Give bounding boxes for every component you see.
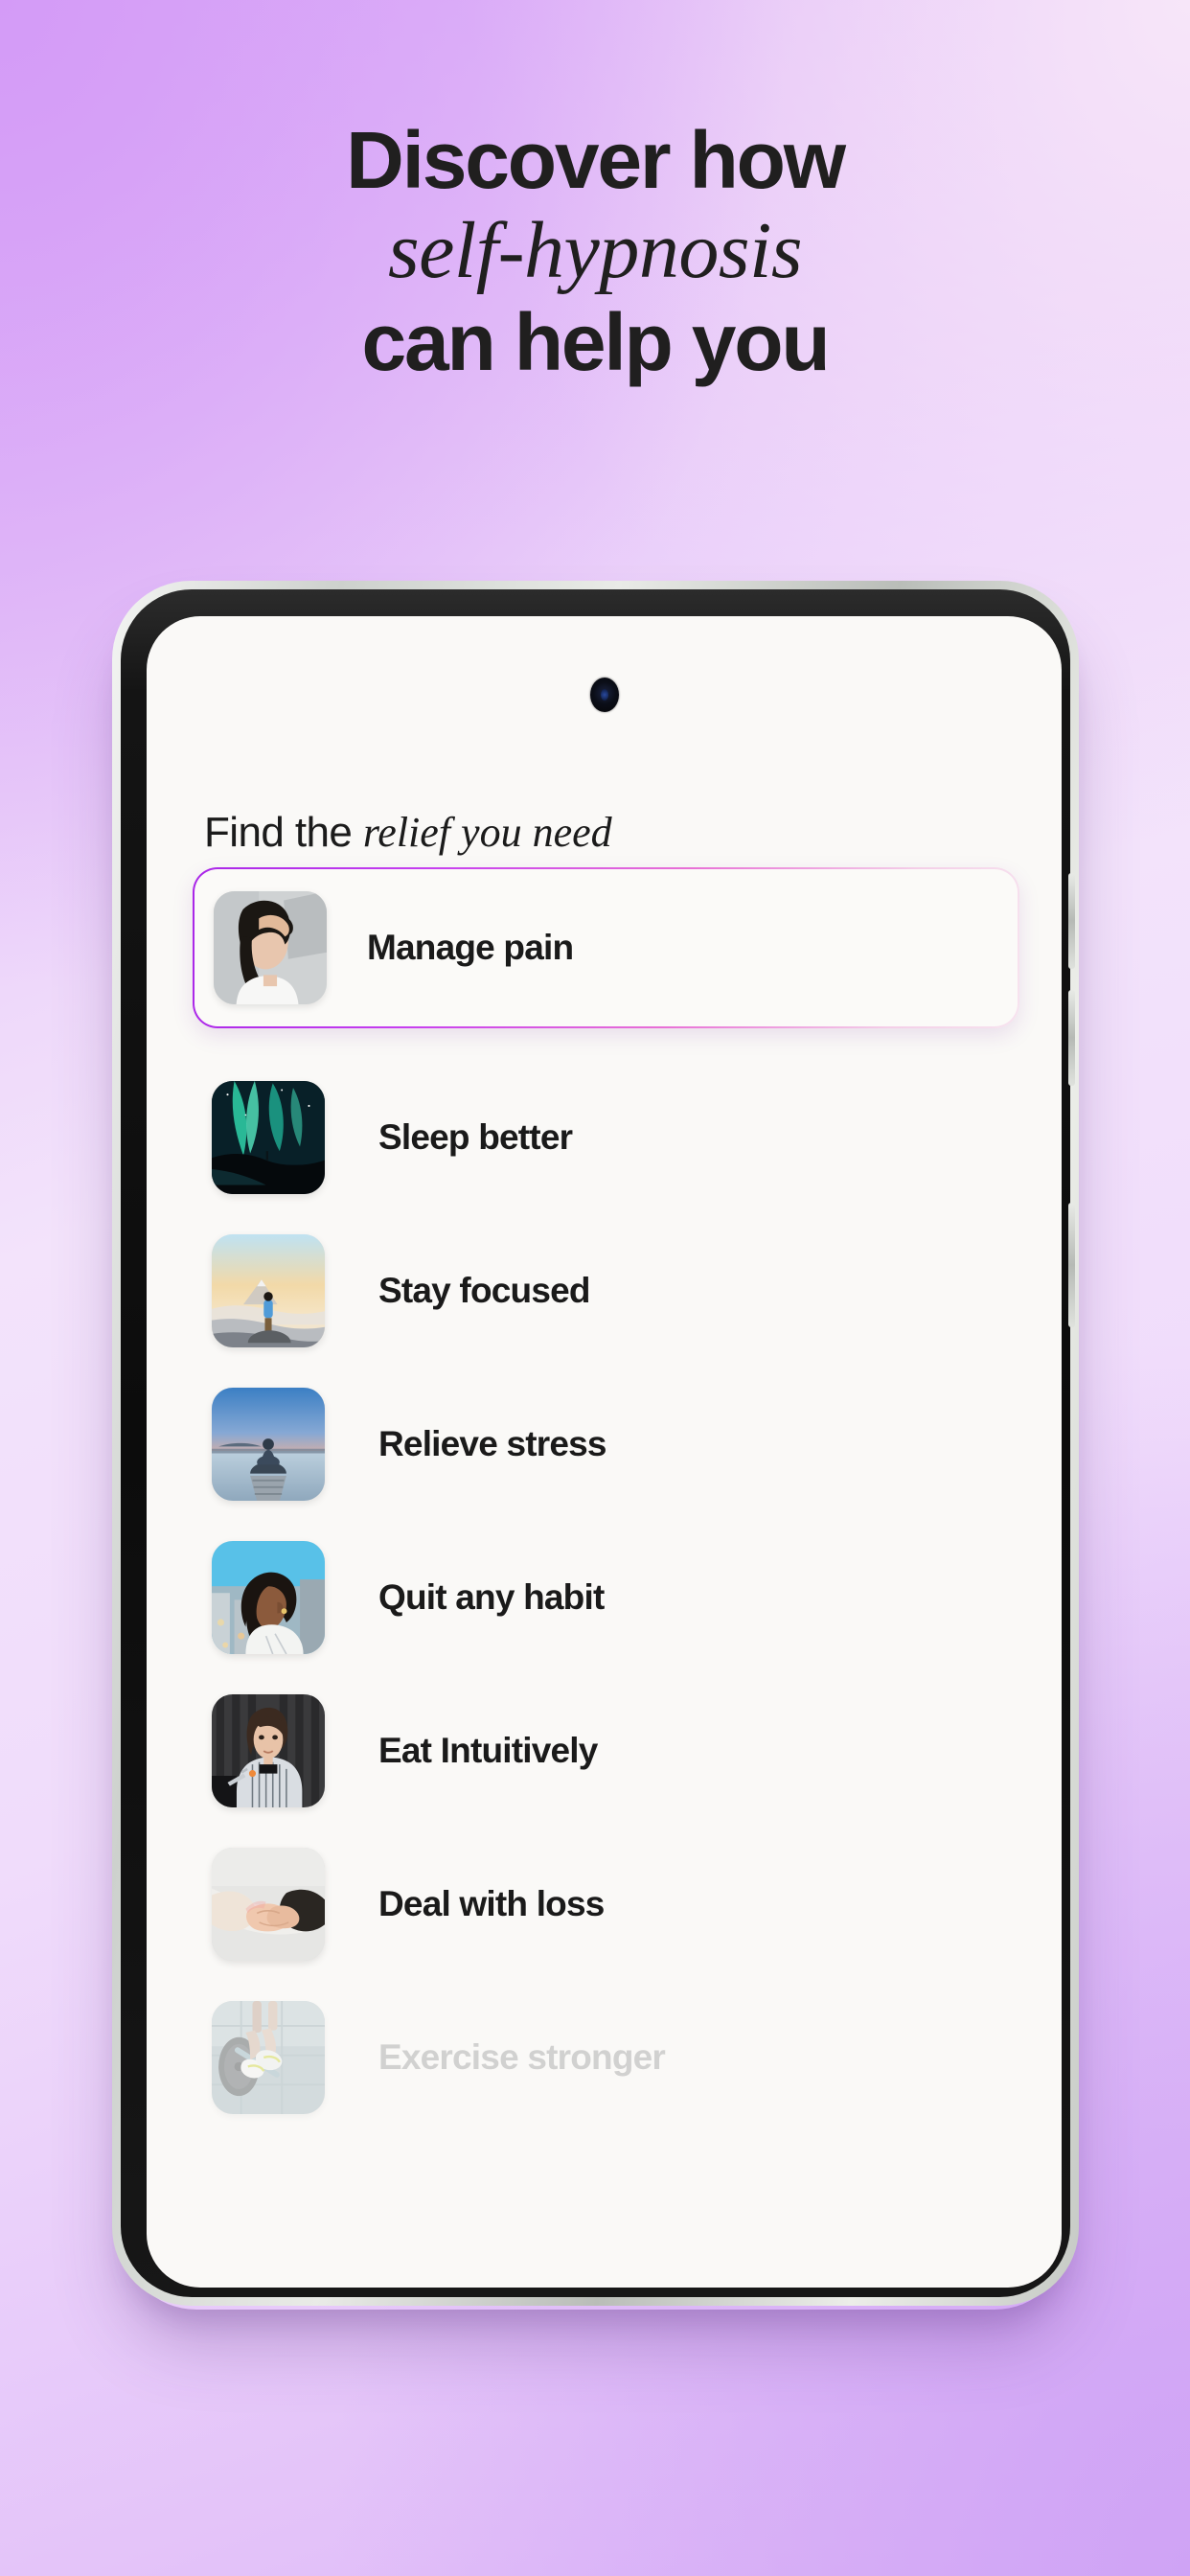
list-item-selected[interactable]: Manage pain [193, 867, 1019, 1028]
phone-screen: Find the relief you need Manage pain Sle… [147, 616, 1062, 2288]
headline-line-2: self-hypnosis [387, 206, 803, 295]
list-item-label: Exercise stronger [378, 2037, 666, 2077]
phone-frame: Find the relief you need Manage pain Sle… [112, 581, 1079, 2306]
thumbnail-manage-pain [214, 891, 327, 1004]
list-item-label: Relieve stress [378, 1424, 607, 1463]
list-item-label: Manage pain [367, 928, 574, 967]
list-item-quit-any-habit[interactable]: Quit any habit [147, 1521, 1062, 1674]
list-item-label: Eat Intuitively [378, 1731, 598, 1770]
phone-mockup: Find the relief you need Manage pain Sle… [112, 581, 1079, 2306]
promo-page: Discover how self-hypnosis can help you … [0, 0, 1190, 2576]
phone-bezel: Find the relief you need Manage pain Sle… [121, 589, 1075, 2297]
thumbnail-deal-with-loss [212, 1848, 325, 1961]
volume-down-button[interactable] [1068, 990, 1075, 1086]
thumbnail-quit-any-habit [212, 1541, 325, 1654]
list-item-sleep-better[interactable]: Sleep better [147, 1061, 1062, 1214]
page-headline: Discover how self-hypnosis can help you [0, 119, 1190, 383]
power-button[interactable] [1068, 1203, 1075, 1327]
headline-line-3: can help you [361, 297, 830, 387]
thumbnail-relieve-stress [212, 1388, 325, 1501]
list-item-label: Quit any habit [378, 1577, 605, 1617]
list-item-relieve-stress[interactable]: Relieve stress [147, 1368, 1062, 1521]
goal-list: Manage pain Sleep better Stay focused Re… [147, 867, 1062, 2134]
list-item-eat-intuitively[interactable]: Eat Intuitively [147, 1674, 1062, 1828]
list-item-deal-with-loss[interactable]: Deal with loss [147, 1828, 1062, 1981]
list-item-label: Sleep better [378, 1117, 573, 1157]
thumbnail-exercise-stronger [212, 2001, 325, 2114]
volume-up-button[interactable] [1068, 873, 1075, 969]
page-title-plain: Find the [204, 809, 363, 856]
list-item-label: Stay focused [378, 1271, 591, 1310]
list-item-label: Deal with loss [378, 1884, 605, 1923]
page-title-italic: relief you need [362, 809, 612, 856]
list-item-exercise-stronger[interactable]: Exercise stronger [147, 1981, 1062, 2134]
list-divider-spacer [147, 1028, 1062, 1061]
page-title: Find the relief you need [204, 808, 612, 857]
thumbnail-stay-focused [212, 1234, 325, 1347]
front-camera-icon [590, 678, 619, 712]
headline-line-1: Discover how [346, 115, 846, 205]
thumbnail-sleep-better [212, 1081, 325, 1194]
thumbnail-eat-intuitively [212, 1694, 325, 1807]
list-item-stay-focused[interactable]: Stay focused [147, 1214, 1062, 1368]
